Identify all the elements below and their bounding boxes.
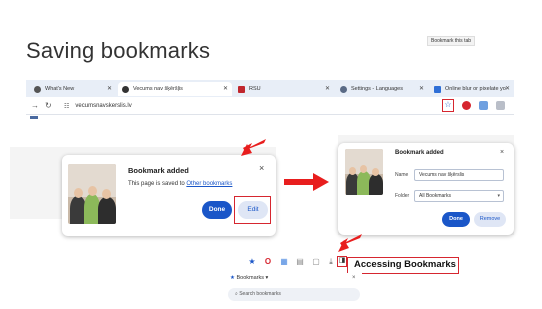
close-icon[interactable]: × [259, 163, 264, 173]
dialog-title: Bookmark added [128, 166, 189, 175]
bookmark-star-filled-icon[interactable]: ★ [247, 257, 257, 267]
extension-icon[interactable] [479, 101, 488, 110]
remove-button[interactable]: Remove [474, 212, 506, 227]
tab-online-blur[interactable]: Online blur or pixelate yo ✕ [430, 82, 514, 96]
close-icon[interactable]: ✕ [223, 85, 228, 92]
sidepanel-icon[interactable] [496, 101, 505, 110]
chrome-icon [34, 85, 41, 93]
tab-label: RSU [249, 86, 261, 92]
page-icon[interactable]: ▢ [311, 257, 321, 267]
close-icon[interactable]: ✕ [107, 85, 112, 92]
close-icon[interactable]: ✕ [505, 85, 510, 92]
tab-label: Settings - Languages [351, 86, 403, 92]
opera-icon[interactable] [462, 101, 471, 110]
reload-icon[interactable]: ↻ [45, 101, 52, 110]
edit-highlight-box [234, 196, 271, 224]
folder-label: Folder [395, 193, 410, 199]
close-icon[interactable]: × [500, 149, 504, 156]
bookmark-edit-dialog: Bookmark added × Name Vecums nav šķērsli… [338, 143, 514, 235]
blur-tool-icon [434, 85, 441, 93]
page-thumbnail [68, 164, 116, 224]
bookmark-tooltip: Bookmark this tab [427, 36, 476, 46]
globe-icon [122, 85, 129, 93]
opera-icon[interactable]: O [263, 257, 273, 267]
tab-rsu[interactable]: RSU ✕ [234, 82, 334, 96]
download-icon[interactable]: ⤓ [326, 257, 336, 267]
bookmark-star-icon: ★ [230, 275, 235, 281]
tab-whats-new[interactable]: What's New ✕ [30, 82, 116, 96]
slide: Saving bookmarks What's New ✕ Vecums nav… [0, 0, 542, 309]
done-button[interactable]: Done [202, 201, 232, 219]
forward-arrow-icon[interactable]: → [31, 101, 39, 110]
chevron-down-icon: ▾ [265, 275, 269, 281]
bookmarks-dropdown[interactable]: ★ Bookmarks ▾ [230, 275, 268, 281]
tab-strip: What's New ✕ Vecums nav šķēršļis ✕ RSU ✕… [26, 80, 514, 97]
tab-settings[interactable]: Settings - Languages ✕ [336, 82, 428, 96]
arrow-right-icon [284, 173, 329, 191]
close-icon[interactable]: ✕ [325, 85, 330, 92]
slide-title: Saving bookmarks [26, 38, 211, 63]
folder-select[interactable]: All Bookmarks ▾ [414, 190, 504, 202]
bookmarks-side-panel: ★ Bookmarks ▾ × ⌕ Search bookmarks [226, 273, 362, 309]
tab-vecums[interactable]: Vecums nav šķēršļis ✕ [118, 82, 232, 96]
name-label: Name [395, 172, 409, 178]
name-field[interactable]: Vecums nav šķērslis [414, 169, 504, 181]
tab-label: Vecums nav šķēršļis [133, 86, 183, 92]
address-text: vecumsnavskerslis.lv [75, 103, 132, 109]
chevron-down-icon: ▾ [497, 193, 500, 199]
page-fragment [30, 116, 38, 119]
address-bar[interactable]: ☷ vecumsnavskerslis.lv [64, 100, 424, 112]
reading-list-icon[interactable]: ▤ [295, 257, 305, 267]
omnibar: → ↻ ☷ vecumsnavskerslis.lv ☆ [26, 97, 514, 115]
sidepanel-icon[interactable]: ◨ [337, 256, 347, 267]
extension-icon[interactable]: ▦ [279, 257, 289, 267]
close-icon[interactable]: × [352, 275, 356, 281]
tab-label: Online blur or pixelate yo [445, 86, 506, 92]
tab-label: What's New [45, 86, 75, 92]
other-bookmarks-link[interactable]: Other bookmarks [186, 181, 232, 187]
dialog-message: This page is saved to Other bookmarks [128, 181, 233, 187]
dialog-title: Bookmark added [395, 150, 444, 156]
browser-window: What's New ✕ Vecums nav šķēršļis ✕ RSU ✕… [26, 80, 514, 134]
bookmark-star-icon[interactable]: ☆ [442, 99, 454, 112]
search-bookmarks-input[interactable]: ⌕ Search bookmarks [228, 288, 360, 301]
done-button[interactable]: Done [442, 212, 470, 227]
arrow-down-left-icon [338, 234, 362, 252]
site-info-icon[interactable]: ☷ [64, 103, 69, 110]
gear-icon [340, 85, 347, 93]
page-thumbnail [345, 149, 383, 195]
search-icon: ⌕ [235, 291, 238, 297]
accessing-bookmarks-callout: Accessing Bookmarks [347, 257, 459, 274]
close-icon[interactable]: ✕ [419, 85, 424, 92]
arrow-down-left-icon [241, 139, 266, 156]
rsu-icon [238, 85, 245, 93]
